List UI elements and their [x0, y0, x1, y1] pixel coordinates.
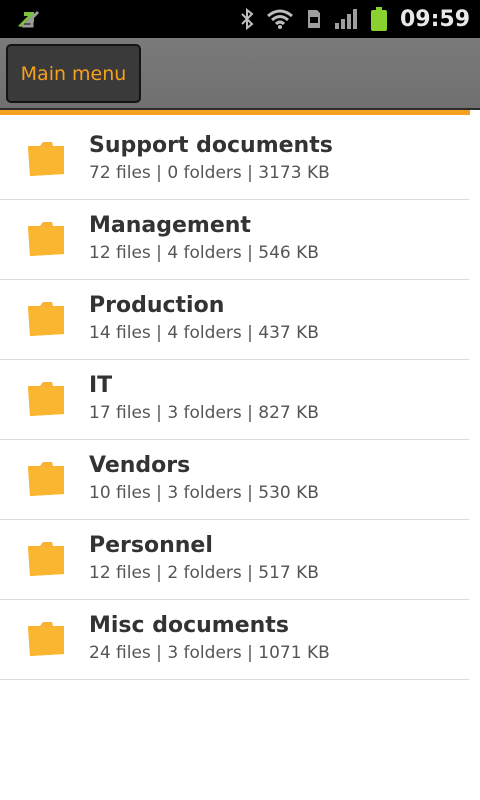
main-menu-button[interactable]: Main menu	[6, 44, 141, 103]
folder-icon	[28, 382, 64, 416]
list-item[interactable]: Vendors 10 files | 3 folders | 530 KB	[0, 440, 469, 520]
signal-icon	[334, 8, 358, 30]
folder-name: Misc documents	[89, 613, 289, 638]
folder-icon	[28, 302, 64, 336]
status-clock: 09:59	[399, 6, 470, 32]
list-item[interactable]: Production 14 files | 4 folders | 437 KB	[0, 280, 469, 360]
folder-info: 24 files | 3 folders | 1071 KB	[89, 643, 330, 663]
accent-divider	[0, 110, 470, 115]
folder-name: Support documents	[89, 133, 333, 158]
list-item[interactable]: Management 12 files | 4 folders | 546 KB	[0, 200, 469, 280]
folder-icon	[28, 542, 64, 576]
wifi-icon	[266, 8, 294, 30]
folder-icon	[28, 222, 64, 256]
folder-icon	[28, 622, 64, 656]
folder-name: IT	[89, 373, 113, 398]
folder-info: 12 files | 4 folders | 546 KB	[89, 243, 319, 263]
folder-name: Production	[89, 293, 225, 318]
action-bar: Main menu	[0, 38, 480, 110]
folder-info: 72 files | 0 folders | 3173 KB	[89, 163, 330, 183]
folder-name: Management	[89, 213, 251, 238]
folder-list: Support documents 72 files | 0 folders |…	[0, 120, 469, 680]
battery-icon	[370, 6, 388, 32]
sync-arrows-icon	[14, 6, 42, 32]
folder-icon	[28, 462, 64, 496]
folder-icon	[28, 142, 64, 176]
status-bar: 09:59	[0, 0, 480, 38]
folder-info: 17 files | 3 folders | 827 KB	[89, 403, 319, 423]
folder-info: 14 files | 4 folders | 437 KB	[89, 323, 319, 343]
folder-info: 12 files | 2 folders | 517 KB	[89, 563, 319, 583]
list-item[interactable]: Support documents 72 files | 0 folders |…	[0, 120, 469, 200]
folder-name: Personnel	[89, 533, 213, 558]
bluetooth-icon	[240, 7, 254, 31]
folder-name: Vendors	[89, 453, 191, 478]
list-item[interactable]: Misc documents 24 files | 3 folders | 10…	[0, 600, 469, 680]
folder-info: 10 files | 3 folders | 530 KB	[89, 483, 319, 503]
sd-card-icon	[306, 8, 322, 30]
list-item[interactable]: Personnel 12 files | 2 folders | 517 KB	[0, 520, 469, 600]
list-item[interactable]: IT 17 files | 3 folders | 827 KB	[0, 360, 469, 440]
